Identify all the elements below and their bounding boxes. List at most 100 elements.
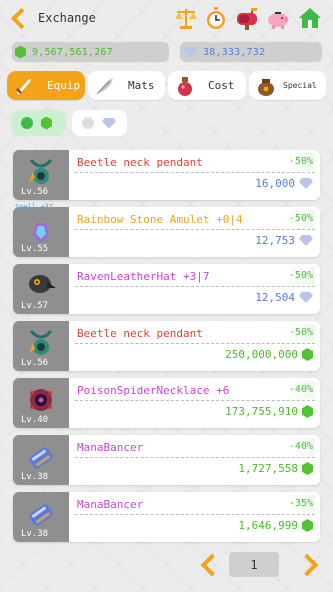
green-gem-icon <box>15 45 26 59</box>
tab-special[interactable]: Special <box>249 71 326 100</box>
item-thumbnail: Lv.40 <box>13 378 69 428</box>
item-price: 250,000,000 <box>225 348 313 361</box>
diamond-amount: 38,333,732 <box>203 46 266 58</box>
item-price-value: 12,753 <box>255 234 295 247</box>
item-level: Lv.55 <box>21 244 49 254</box>
diamond-icon <box>299 292 313 303</box>
home-icon[interactable] <box>298 6 322 30</box>
discount-badge: -35% <box>286 495 315 513</box>
item-thumbnail: Lv.56 <box>13 150 69 200</box>
discount-badge: -40% <box>286 438 315 456</box>
mailbox-icon[interactable] <box>235 6 259 30</box>
item-row[interactable]: Spell +37 Lv.55 Rainbow Stone Amulet +0|4 -… <box>13 203 320 257</box>
stopwatch-icon[interactable] <box>204 6 228 30</box>
toggle-dot <box>21 117 33 129</box>
item-thumbnail: Lv.57 <box>13 264 69 314</box>
green-gem-balance: 9,567,561,267 <box>12 42 169 62</box>
item-price: 173,755,910 <box>225 405 313 418</box>
diamond-icon <box>183 46 197 58</box>
tab-special-label: Special <box>283 81 317 90</box>
item-name-text: RavenLeatherHat +3|7 <box>77 270 210 283</box>
piggy-bank-icon[interactable] <box>266 6 290 30</box>
item-row[interactable]: Lv.38 ManaBancer -40% 1,727,558 <box>13 435 320 485</box>
green-gem-icon <box>302 405 313 418</box>
tab-equip[interactable]: Equip <box>7 71 85 100</box>
discount-badge: -50% <box>286 153 315 171</box>
item-name: Rainbow Stone Amulet +0|4 <box>75 210 315 230</box>
item-thumbnail: Lv.56 <box>13 321 69 371</box>
item-name: ManaBancer <box>75 495 315 515</box>
item-price-value: 16,000 <box>255 177 295 190</box>
item-price: 1,727,558 <box>238 462 313 475</box>
page-indicator: 1 <box>229 552 279 577</box>
page-title: Exchange <box>38 11 96 25</box>
item-row[interactable]: Lv.38 ManaBancer -35% 1,646,999 <box>13 492 320 542</box>
next-page-button[interactable] <box>298 553 320 575</box>
green-gem-amount: 9,567,561,267 <box>32 46 113 58</box>
item-name: Beetle neck pendant <box>75 324 315 344</box>
potion-icon <box>178 76 192 96</box>
item-name: PoisonSpiderNecklace +6 <box>75 381 315 401</box>
item-name: Beetle neck pendant <box>75 153 315 173</box>
discount-badge: -40% <box>286 381 315 399</box>
prev-page-button[interactable] <box>197 553 219 575</box>
tab-mats-label: Mats <box>128 79 155 92</box>
tab-cost-label: Cost <box>208 79 235 92</box>
tab-equip-label: Equip <box>47 79 81 92</box>
item-level: Lv.38 <box>21 529 49 539</box>
item-name-text: Beetle neck pendant <box>77 327 203 340</box>
back-button[interactable] <box>8 8 30 30</box>
discount-badge: -50% <box>286 267 315 285</box>
item-level: Lv.56 <box>21 187 49 197</box>
scale-icon[interactable] <box>174 6 198 30</box>
treasure-bag-icon <box>258 78 274 96</box>
tab-mats[interactable]: Mats <box>88 71 165 100</box>
discount-badge: -50% <box>286 324 315 342</box>
diamond-filter[interactable] <box>72 110 127 136</box>
item-thumbnail: Spell +37 Lv.55 <box>13 203 69 257</box>
item-row[interactable]: Lv.57 RavenLeatherHat +3|7 -50% 12,504 <box>13 264 320 314</box>
page-number: 1 <box>250 557 258 572</box>
item-name-text: PoisonSpiderNecklace +6 <box>77 384 230 397</box>
item-row[interactable]: Lv.40 PoisonSpiderNecklace +6 -40% 173,755,… <box>13 378 320 428</box>
item-level: Lv.38 <box>21 472 49 482</box>
green-gem-icon <box>302 348 313 361</box>
green-gem-icon <box>302 519 313 532</box>
item-thumbnail: Lv.38 <box>13 492 69 542</box>
diamond-icon <box>299 178 313 189</box>
item-price-value: 173,755,910 <box>225 405 298 418</box>
item-thumbnail: Lv.38 <box>13 435 69 485</box>
discount-badge: -50% <box>286 210 315 228</box>
item-price-value: 12,504 <box>255 291 295 304</box>
enhance-label: Spell +37 <box>15 203 53 211</box>
item-price-value: 1,646,999 <box>238 519 298 532</box>
diamond-icon <box>102 117 116 129</box>
green-gem-filter[interactable] <box>11 110 66 136</box>
toggle-dot <box>82 117 94 129</box>
item-level: Lv.40 <box>21 415 49 425</box>
item-price: 1,646,999 <box>238 519 313 532</box>
diamond-icon <box>299 235 313 246</box>
item-name-text: Rainbow Stone Amulet +0|4 <box>77 213 243 226</box>
item-name: RavenLeatherHat +3|7 <box>75 267 315 287</box>
item-price: 16,000 <box>255 177 313 190</box>
item-price-value: 250,000,000 <box>225 348 298 361</box>
item-name: ManaBancer <box>75 438 315 458</box>
item-row[interactable]: Lv.56 Beetle neck pendant -50% 16,000 <box>13 150 320 200</box>
tab-cost[interactable]: Cost <box>168 71 246 100</box>
item-price: 12,753 <box>255 234 313 247</box>
feather-icon <box>96 77 113 94</box>
item-level: Lv.57 <box>21 301 49 311</box>
item-level: Lv.56 <box>21 358 49 368</box>
item-row[interactable]: Lv.56 Beetle neck pendant -50% 250,000,000 <box>13 321 320 371</box>
item-name-text: ManaBancer <box>77 498 144 511</box>
dagger-icon <box>16 78 31 95</box>
green-gem-icon <box>302 462 313 475</box>
item-price: 12,504 <box>255 291 313 304</box>
header: Exchange <box>0 0 333 38</box>
item-price-value: 1,727,558 <box>238 462 298 475</box>
diamond-balance: 38,333,732 <box>180 42 322 62</box>
green-gem-icon <box>41 116 52 130</box>
item-name-text: ManaBancer <box>77 441 144 454</box>
item-name-text: Beetle neck pendant <box>77 156 203 169</box>
